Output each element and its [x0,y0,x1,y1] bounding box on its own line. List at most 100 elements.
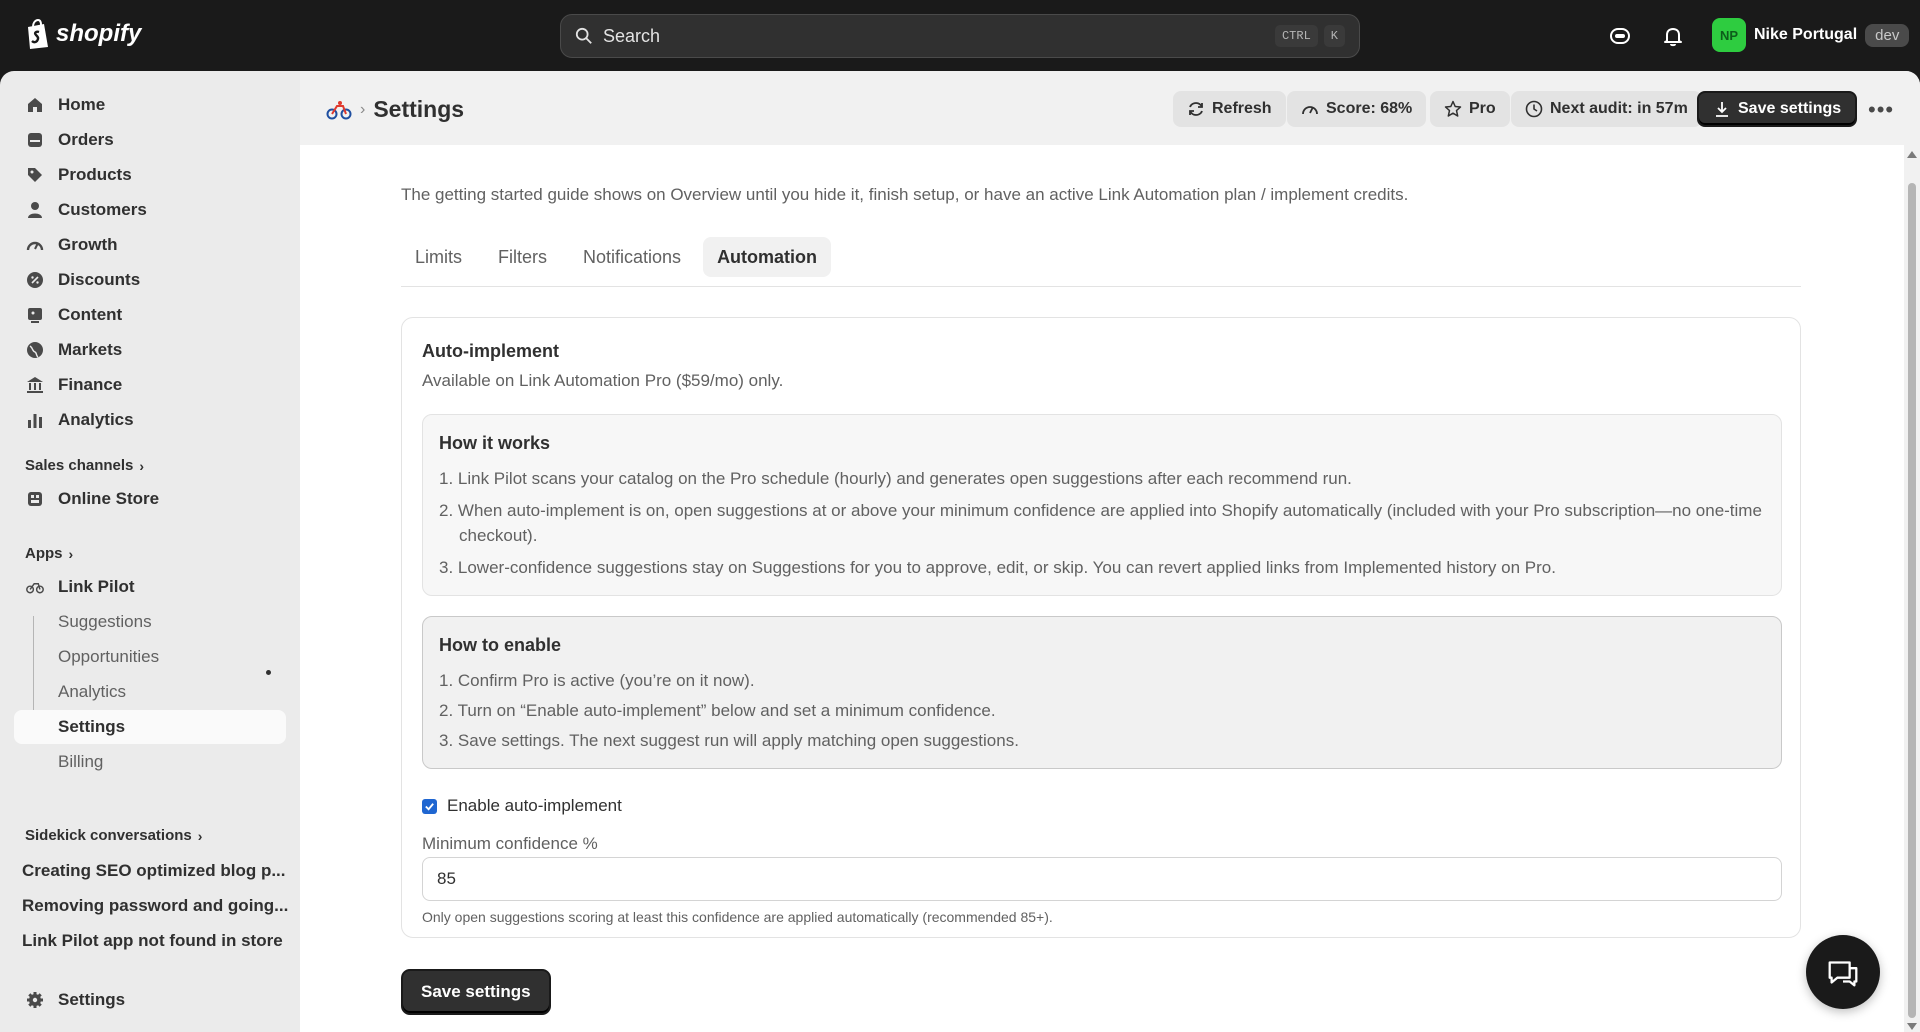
how-it-works-box: How it works 1. Link Pilot scans your ca… [422,414,1782,596]
conversation-item[interactable]: Creating SEO optimized blog p... [22,861,286,881]
tab-limits[interactable]: Limits [401,237,476,277]
sidekick-icon[interactable] [1608,24,1632,48]
conversation-item[interactable]: Removing password and going... [22,896,288,916]
how-to-enable-title: How to enable [439,635,562,655]
avatar: NP [1712,18,1746,52]
conversation-item[interactable]: Link Pilot app not found in store [22,931,283,951]
chevron-right-icon: › [139,457,145,474]
download-icon [1716,102,1728,117]
sidebar-item-customers[interactable]: Customers [14,193,286,227]
sidebar-sub-settings[interactable]: Settings [14,710,286,744]
star-icon [1444,100,1462,117]
sidebar-item-link-pilot[interactable]: Link Pilot [14,570,286,604]
next-audit-label: Next audit: in 57m [1550,100,1688,117]
search-bar[interactable]: Search CTRL K [560,14,1360,58]
how-to-enable-step: 3. Save settings. The next suggest run w… [439,731,1019,750]
apps-label: Apps [25,545,63,562]
page-title: Settings [373,96,465,122]
chevron-right-icon: › [68,545,74,562]
min-confidence-input[interactable] [422,857,1782,901]
sidebar-item-discounts[interactable]: Discounts [14,263,286,297]
min-confidence-help: Only open suggestions scoring at least t… [422,909,1053,925]
save-settings-header-button[interactable]: Save settings [1697,91,1858,127]
pro-button[interactable]: Pro [1430,91,1510,127]
sidebar-item-label: Analytics [58,410,134,429]
user-name: Nike Portugal [1754,26,1858,43]
sidebar-item-growth[interactable]: Growth [14,228,286,262]
sidebar-sub-billing[interactable]: Billing [14,745,286,779]
settings-content: The getting started guide shows on Overv… [300,145,1904,1032]
shopify-bag-icon [28,18,48,49]
sidebar-sub-suggestions[interactable]: Suggestions [14,605,286,639]
shortcut-k: K [1323,25,1345,47]
home-icon [26,96,44,114]
apps-heading[interactable]: Apps › [25,545,73,562]
dev-badge: dev [1865,23,1910,47]
sidebar-item-finance[interactable]: Finance [14,368,286,402]
main-area: › Settings Refresh Score: 68% Pro Next a… [300,71,1920,1032]
sidebar-item-label: Finance [58,375,123,394]
content-icon [26,306,44,324]
min-confidence-label: Minimum confidence % [422,834,598,853]
scroll-down-arrow-icon[interactable] [1907,1023,1917,1030]
refresh-button[interactable]: Refresh [1173,91,1286,127]
more-actions-icon[interactable]: ••• [1868,97,1894,123]
sidebar-item-settings[interactable]: Settings [14,983,286,1017]
discount-icon [26,271,44,289]
sidebar-item-online-store[interactable]: Online Store [14,482,286,516]
shopify-logo[interactable]: shopify [24,18,141,50]
sidebar-sub-opportunities[interactable]: Opportunities [14,640,286,674]
chat-icon [1828,961,1858,987]
how-it-works-title: How it works [439,433,551,453]
sidebar: Home Orders Products Customers Growth Di… [0,71,300,1032]
sidebar-item-products[interactable]: Products [14,158,286,192]
sidebar-sub-analytics[interactable]: Analytics [14,675,286,709]
user-menu[interactable]: NP Nike Portugal dev [1712,18,1910,52]
sidebar-item-markets[interactable]: Markets [14,333,286,367]
sidebar-item-analytics[interactable]: Analytics [14,403,286,437]
how-it-works-step: 3. Lower-confidence suggestions stay on … [439,558,1556,577]
tag-icon [26,166,44,184]
next-audit-button[interactable]: Next audit: in 57m [1511,91,1702,127]
person-icon [26,201,44,219]
orders-icon [26,131,44,149]
globe-icon [26,341,44,359]
how-to-enable-step: 1. Confirm Pro is active (you’re on it n… [439,671,755,690]
sidebar-item-home[interactable]: Home [14,88,286,122]
tab-notifications[interactable]: Notifications [569,237,695,277]
settings-tabs: Limits Filters Notifications Automation [401,237,1801,287]
search-icon [575,27,592,44]
gauge-icon [1302,106,1318,115]
enable-auto-implement-label: Enable auto-implement [447,796,622,815]
intro-text: The getting started guide shows on Overv… [401,185,1409,204]
score-label: Score: 68% [1326,100,1413,117]
chevron-right-icon: › [360,100,366,118]
scrollbar[interactable] [1904,145,1920,1032]
sidebar-item-label: Products [58,165,132,184]
sidebar-item-label: Settings [58,990,126,1009]
tab-filters[interactable]: Filters [484,237,561,277]
link-pilot-app-icon[interactable] [326,99,352,121]
pro-label: Pro [1469,100,1496,117]
score-button[interactable]: Score: 68% [1287,91,1427,127]
scroll-thumb[interactable] [1908,183,1916,1018]
how-it-works-step: 1. Link Pilot scans your catalog on the … [439,469,1352,488]
sidebar-item-label: Orders [58,130,114,149]
scroll-up-arrow-icon[interactable] [1907,151,1917,158]
save-settings-button[interactable]: Save settings [401,969,551,1015]
tab-automation[interactable]: Automation [703,237,832,277]
gear-icon [26,991,44,1009]
card-title: Auto-implement [422,341,559,361]
sidekick-conversations-heading[interactable]: Sidekick conversations › [25,827,202,844]
bell-icon[interactable] [1661,24,1685,48]
chevron-right-icon: › [197,827,203,844]
sales-channels-heading[interactable]: Sales channels › [25,457,144,474]
sidebar-item-content[interactable]: Content [14,298,286,332]
card-subtitle: Available on Link Automation Pro ($59/mo… [422,371,784,390]
sidebar-item-label: Markets [58,340,123,359]
chat-button[interactable] [1806,935,1880,1009]
enable-auto-implement-row[interactable]: Enable auto-implement [422,796,622,816]
sidebar-item-orders[interactable]: Orders [14,123,286,157]
enable-auto-implement-checkbox[interactable] [422,798,437,814]
sidebar-item-label: Online Store [58,489,160,508]
